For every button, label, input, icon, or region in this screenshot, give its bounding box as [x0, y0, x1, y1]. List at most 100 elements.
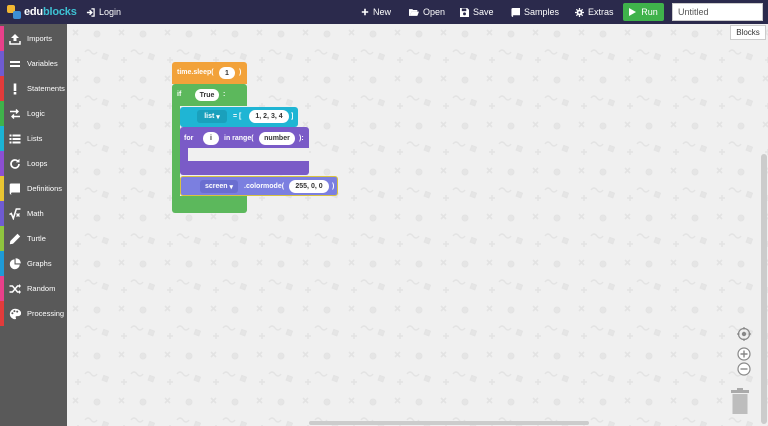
plus-icon — [361, 8, 369, 16]
for-range-input[interactable]: number — [259, 132, 295, 145]
blockly-workspace[interactable]: Blocks if True : time.sleep( 1 ) list ▾ … — [67, 24, 768, 426]
colormode-values-value: 255, 0, 0 — [295, 183, 323, 190]
login-label: Login — [99, 7, 122, 17]
category-color-stripe — [0, 301, 4, 326]
category-variables[interactable]: Variables — [0, 51, 67, 76]
list-assign-operator: = [ — [233, 113, 242, 120]
category-loops[interactable]: Loops — [0, 151, 67, 176]
exchange-arrows-icon — [10, 109, 20, 119]
edublocks-logo[interactable]: edublocks — [6, 3, 77, 21]
category-label: Turtle — [27, 234, 46, 243]
project-title-input[interactable] — [672, 3, 763, 21]
list-close-bracket: ] — [291, 113, 294, 120]
category-definitions[interactable]: Definitions — [0, 176, 67, 201]
category-lists[interactable]: Lists — [0, 126, 67, 151]
list-values-value: 1, 2, 3, 4 — [255, 113, 283, 120]
equals-icon — [10, 61, 20, 67]
upload-icon — [9, 34, 21, 45]
sleep-seconds-input[interactable]: 1 — [219, 67, 235, 79]
for-range-value: number — [264, 135, 290, 142]
colormode-close-paren: ) — [332, 183, 335, 190]
book-icon — [9, 183, 20, 195]
play-icon — [629, 8, 637, 16]
category-label: Random — [27, 284, 56, 293]
pencil-icon — [9, 233, 21, 245]
exclamation-icon — [13, 83, 17, 95]
extras-label: Extras — [588, 7, 614, 17]
for-keyword: for — [184, 135, 194, 142]
blocks-toggle-button[interactable]: Blocks — [730, 25, 766, 40]
list-variable-dropdown[interactable]: list ▾ — [197, 110, 227, 123]
sleep-seconds-value: 1 — [225, 69, 229, 77]
zoom-out-icon[interactable] — [737, 362, 751, 376]
horizontal-scrollbar[interactable] — [309, 421, 589, 425]
login-icon — [86, 7, 95, 17]
for-close-paren: ): — [299, 135, 304, 142]
login-button[interactable]: Login — [86, 0, 121, 24]
category-color-stripe — [0, 126, 4, 151]
list-variable-value: list — [204, 113, 215, 120]
colormode-method-keyword: .colormode( — [244, 183, 285, 190]
category-random[interactable]: Random — [0, 276, 67, 301]
screen-variable-dropdown[interactable]: screen ▾ — [200, 180, 238, 193]
for-loop-mouth — [188, 148, 309, 161]
logo-blocks: blocks — [42, 6, 77, 18]
category-label: Variables — [27, 59, 58, 68]
screen-variable-value: screen — [204, 183, 228, 190]
gear-icon — [575, 7, 584, 17]
list-values-input[interactable]: 1, 2, 3, 4 — [249, 110, 289, 123]
category-turtle[interactable]: Turtle — [0, 226, 67, 251]
category-imports[interactable]: Imports — [0, 26, 67, 51]
category-label: Math — [27, 209, 44, 218]
category-color-stripe — [0, 76, 4, 101]
for-variable-value: i — [210, 135, 212, 142]
colormode-values-input[interactable]: 255, 0, 0 — [289, 180, 329, 193]
vertical-scrollbar[interactable] — [761, 154, 767, 424]
new-label: New — [373, 7, 392, 17]
for-variable-input[interactable]: i — [203, 132, 219, 145]
folder-open-icon — [409, 8, 419, 16]
category-label: Statements — [27, 84, 65, 93]
category-color-stripe — [0, 151, 4, 176]
category-processing[interactable]: Processing — [0, 301, 67, 326]
time-sleep-keyword: time.sleep( — [177, 69, 214, 76]
category-color-stripe — [0, 251, 4, 276]
pie-chart-icon — [9, 258, 21, 270]
if-condition-input[interactable]: True — [195, 89, 219, 101]
logo-icon — [6, 4, 22, 20]
open-button[interactable]: Open — [409, 0, 445, 24]
list-icon — [9, 134, 21, 144]
save-button[interactable]: Save — [460, 0, 494, 24]
category-label: Definitions — [27, 184, 63, 193]
category-statements[interactable]: Statements — [0, 76, 67, 101]
recenter-icon[interactable] — [737, 327, 751, 341]
category-graphs[interactable]: Graphs — [0, 251, 67, 276]
run-button[interactable]: Run — [623, 3, 664, 21]
category-label: Lists — [27, 134, 43, 143]
blocks-toggle-label: Blocks — [736, 28, 760, 37]
logo-edu: edu — [24, 6, 43, 18]
if-condition-value: True — [199, 91, 215, 99]
category-color-stripe — [0, 176, 4, 201]
shuffle-icon — [9, 284, 21, 294]
if-keyword: if — [177, 91, 182, 98]
category-label: Logic — [27, 109, 45, 118]
book-icon — [511, 7, 520, 17]
category-color-stripe — [0, 26, 4, 51]
palette-icon — [9, 308, 21, 320]
samples-label: Samples — [524, 7, 560, 17]
category-math[interactable]: Math — [0, 201, 67, 226]
category-color-stripe — [0, 226, 4, 251]
extras-button[interactable]: Extras — [575, 0, 614, 24]
category-label: Loops — [27, 159, 48, 168]
zoom-in-icon[interactable] — [737, 347, 751, 361]
category-color-stripe — [0, 101, 4, 126]
samples-button[interactable]: Samples — [511, 0, 559, 24]
trash-icon[interactable] — [731, 388, 749, 414]
category-color-stripe — [0, 51, 4, 76]
category-logic[interactable]: Logic — [0, 101, 67, 126]
save-label: Save — [473, 7, 494, 17]
category-label: Graphs — [27, 259, 52, 268]
new-button[interactable]: New — [361, 0, 391, 24]
run-label: Run — [641, 7, 658, 17]
